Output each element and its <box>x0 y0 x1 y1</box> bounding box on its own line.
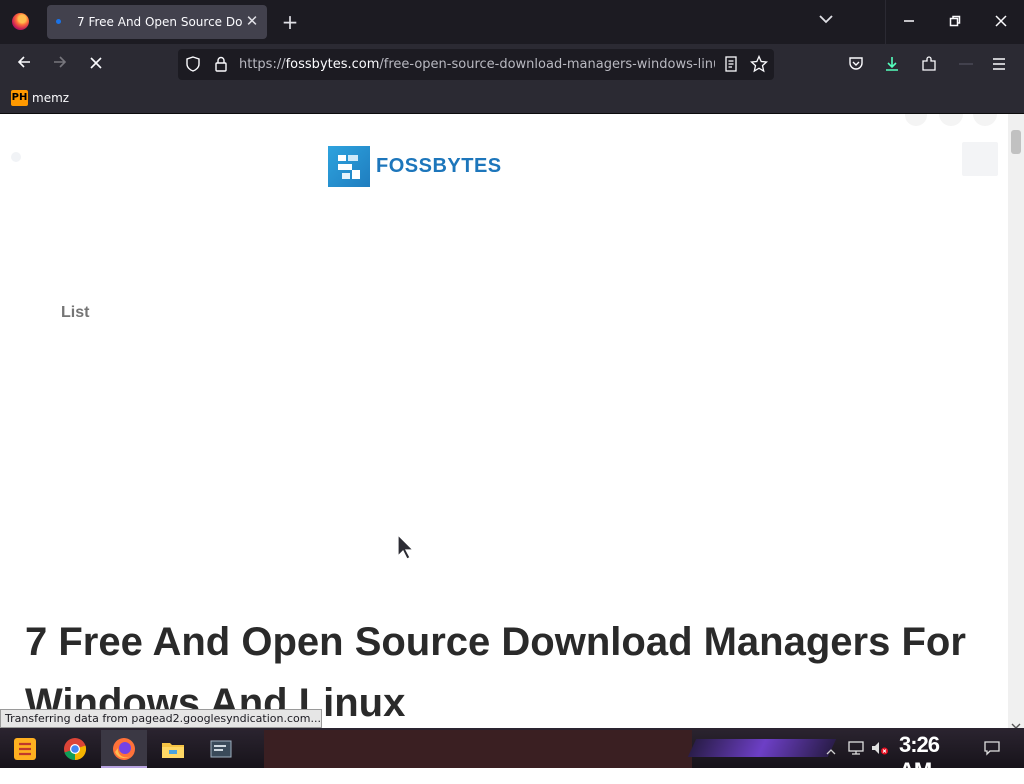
file-explorer-taskbar-icon[interactable] <box>160 736 186 762</box>
lock-icon[interactable] <box>212 55 230 73</box>
close-window-button[interactable] <box>978 0 1024 44</box>
extensions-icon[interactable] <box>920 55 938 73</box>
fossbytes-logo-icon[interactable] <box>328 146 370 187</box>
tab-title[interactable]: 7 Free And Open Source Download Managers… <box>77 15 242 31</box>
list-all-tabs-icon[interactable] <box>815 12 837 32</box>
firefox-taskbar-icon[interactable] <box>111 736 137 762</box>
url-text[interactable]: https://fossbytes.com/free-open-source-d… <box>239 57 715 73</box>
bookmark-memz[interactable]: memz <box>32 91 92 107</box>
firefox-logo-icon[interactable] <box>12 13 29 30</box>
show-hidden-icons-icon[interactable] <box>826 742 836 755</box>
network-icon[interactable] <box>847 740 865 756</box>
new-tab-button[interactable]: + <box>279 10 301 34</box>
scroll-down-icon[interactable] <box>1011 716 1021 729</box>
tab-close-icon[interactable]: ✕ <box>244 11 260 31</box>
taskbar-band <box>264 730 692 768</box>
start-button[interactable] <box>10 734 40 764</box>
url-scheme: https:// <box>239 57 286 72</box>
menu-dot-icon[interactable] <box>11 152 21 162</box>
list-label: List <box>61 304 90 321</box>
app-taskbar-icon[interactable] <box>208 736 234 762</box>
volume-muted-icon[interactable] <box>870 740 890 756</box>
scrollbar-thumb[interactable] <box>1011 130 1021 154</box>
downloads-icon[interactable] <box>883 55 901 73</box>
restore-button[interactable] <box>932 0 978 44</box>
search-icon[interactable] <box>962 142 998 176</box>
mouse-cursor-icon <box>396 533 416 560</box>
account-icon[interactable] <box>956 55 976 73</box>
notifications-icon[interactable] <box>983 739 1001 757</box>
taskbar-decoration <box>687 739 837 757</box>
url-path: /free-open-source-download-managers-wind… <box>379 57 715 72</box>
reader-view-icon[interactable] <box>722 55 740 73</box>
site-logo-text[interactable]: FOSSBYTES <box>376 155 516 179</box>
minimize-button[interactable] <box>886 0 932 44</box>
status-bar: Transferring data from pagead2.googlesyn… <box>0 709 322 728</box>
bookmark-ph-icon[interactable]: PH <box>11 90 28 106</box>
forward-button[interactable] <box>49 54 71 76</box>
pocket-icon[interactable] <box>847 55 865 73</box>
taskbar-clock[interactable]: 3:26 AM <box>899 732 969 783</box>
tab-favicon-icon <box>56 19 61 24</box>
url-domain: fossbytes.com <box>285 57 380 72</box>
bookmark-star-icon[interactable] <box>749 54 769 73</box>
hamburger-menu-icon[interactable] <box>990 55 1008 73</box>
bookmarks-toolbar <box>0 84 1024 114</box>
page-scrollbar[interactable] <box>1008 114 1024 728</box>
tracking-protection-shield-icon[interactable] <box>184 55 202 73</box>
back-button[interactable] <box>13 54 35 76</box>
chrome-taskbar-icon[interactable] <box>62 736 88 762</box>
stop-loading-button[interactable] <box>85 54 107 76</box>
